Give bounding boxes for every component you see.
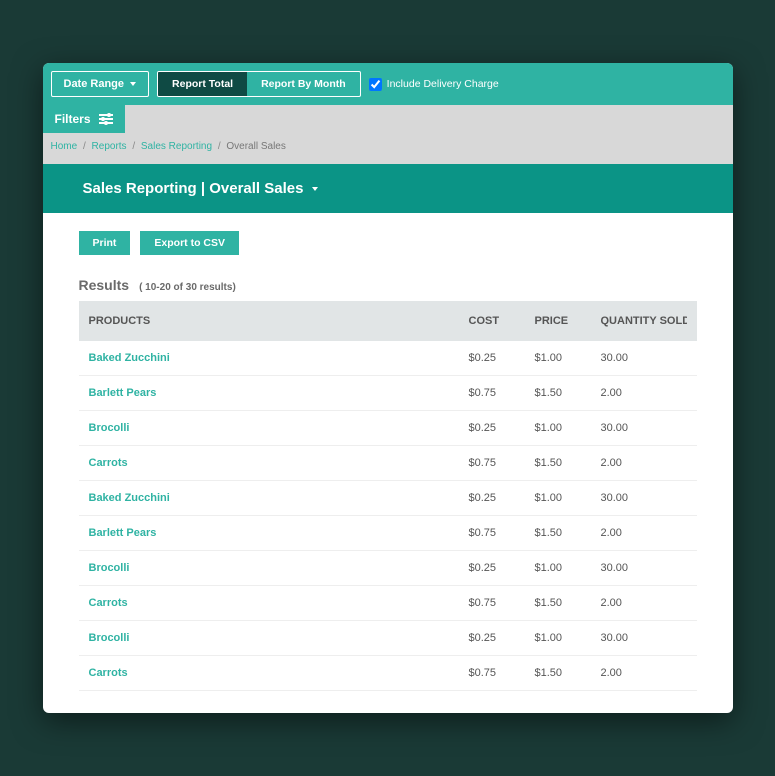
date-range-label: Date Range [64, 78, 125, 90]
cost-cell: $0.75 [469, 387, 535, 399]
breadcrumb-home[interactable]: Home [51, 141, 78, 152]
cost-cell: $0.75 [469, 597, 535, 609]
breadcrumb: Home / Reports / Sales Reporting / Overa… [43, 133, 733, 164]
report-tabs: Report Total Report By Month [157, 71, 361, 97]
table-header: PRODUCTS COST PRICE QUANTITY SOLD [79, 301, 697, 341]
col-header-products: PRODUCTS [89, 315, 469, 327]
qty-cell: 2.00 [601, 667, 687, 679]
date-range-dropdown[interactable]: Date Range [51, 71, 150, 97]
qty-cell: 2.00 [601, 527, 687, 539]
product-link[interactable]: Carrots [89, 597, 469, 609]
cost-cell: $0.75 [469, 667, 535, 679]
table-row: Carrots$0.75$1.502.00 [79, 656, 697, 691]
breadcrumb-sales-reporting[interactable]: Sales Reporting [141, 141, 212, 152]
qty-cell: 30.00 [601, 562, 687, 574]
cost-cell: $0.25 [469, 632, 535, 644]
table-row: Brocolli$0.25$1.0030.00 [79, 621, 697, 656]
filters-label: Filters [55, 112, 91, 126]
title-dropdown-icon[interactable] [308, 180, 318, 197]
table-body: Baked Zucchini$0.25$1.0030.00Barlett Pea… [79, 341, 697, 691]
include-delivery-checkbox[interactable]: Include Delivery Charge [369, 78, 499, 91]
price-cell: $1.00 [535, 422, 601, 434]
breadcrumb-current: Overall Sales [226, 141, 285, 152]
sliders-icon [99, 114, 113, 124]
results-count: ( 10-20 of 30 results) [139, 282, 236, 293]
content-area: Print Export to CSV Results ( 10-20 of 3… [43, 213, 733, 691]
breadcrumb-sep: / [132, 141, 135, 152]
table-row: Carrots$0.75$1.502.00 [79, 446, 697, 481]
table-row: Brocolli$0.25$1.0030.00 [79, 551, 697, 586]
table-row: Barlett Pears$0.75$1.502.00 [79, 376, 697, 411]
product-link[interactable]: Carrots [89, 667, 469, 679]
qty-cell: 30.00 [601, 632, 687, 644]
cost-cell: $0.75 [469, 457, 535, 469]
include-delivery-label: Include Delivery Charge [387, 78, 499, 90]
price-cell: $1.50 [535, 387, 601, 399]
col-header-price: PRICE [535, 315, 601, 327]
table-row: Baked Zucchini$0.25$1.0030.00 [79, 341, 697, 376]
product-link[interactable]: Brocolli [89, 422, 469, 434]
qty-cell: 30.00 [601, 492, 687, 504]
qty-cell: 2.00 [601, 457, 687, 469]
product-link[interactable]: Baked Zucchini [89, 352, 469, 364]
qty-cell: 30.00 [601, 422, 687, 434]
price-cell: $1.50 [535, 457, 601, 469]
export-csv-button[interactable]: Export to CSV [140, 231, 239, 255]
product-link[interactable]: Baked Zucchini [89, 492, 469, 504]
cost-cell: $0.25 [469, 562, 535, 574]
breadcrumb-reports[interactable]: Reports [92, 141, 127, 152]
report-panel: Date Range Report Total Report By Month … [43, 63, 733, 713]
toolbar: Date Range Report Total Report By Month … [43, 63, 733, 105]
product-link[interactable]: Brocolli [89, 562, 469, 574]
col-header-cost: COST [469, 315, 535, 327]
product-link[interactable]: Barlett Pears [89, 527, 469, 539]
price-cell: $1.00 [535, 562, 601, 574]
results-heading: Results ( 10-20 of 30 results) [79, 277, 697, 293]
action-buttons: Print Export to CSV [79, 231, 697, 255]
cost-cell: $0.25 [469, 352, 535, 364]
filters-bar: Filters [43, 105, 733, 133]
tab-report-total[interactable]: Report Total [158, 72, 247, 96]
qty-cell: 2.00 [601, 387, 687, 399]
include-delivery-input[interactable] [369, 78, 382, 91]
price-cell: $1.00 [535, 492, 601, 504]
price-cell: $1.00 [535, 352, 601, 364]
title-bar: Sales Reporting | Overall Sales [43, 164, 733, 213]
price-cell: $1.50 [535, 597, 601, 609]
table-row: Baked Zucchini$0.25$1.0030.00 [79, 481, 697, 516]
col-header-qty: QUANTITY SOLD [601, 315, 687, 327]
price-cell: $1.50 [535, 667, 601, 679]
filters-button[interactable]: Filters [43, 105, 125, 133]
tab-report-by-month[interactable]: Report By Month [247, 72, 360, 96]
table-row: Brocolli$0.25$1.0030.00 [79, 411, 697, 446]
breadcrumb-sep: / [83, 141, 86, 152]
product-link[interactable]: Barlett Pears [89, 387, 469, 399]
cost-cell: $0.75 [469, 527, 535, 539]
page-title: Sales Reporting | Overall Sales [83, 180, 304, 197]
price-cell: $1.50 [535, 527, 601, 539]
table-row: Barlett Pears$0.75$1.502.00 [79, 516, 697, 551]
cost-cell: $0.25 [469, 492, 535, 504]
product-link[interactable]: Carrots [89, 457, 469, 469]
table-row: Carrots$0.75$1.502.00 [79, 586, 697, 621]
price-cell: $1.00 [535, 632, 601, 644]
qty-cell: 2.00 [601, 597, 687, 609]
product-link[interactable]: Brocolli [89, 632, 469, 644]
results-title: Results [79, 277, 130, 293]
breadcrumb-sep: / [218, 141, 221, 152]
qty-cell: 30.00 [601, 352, 687, 364]
cost-cell: $0.25 [469, 422, 535, 434]
print-button[interactable]: Print [79, 231, 131, 255]
